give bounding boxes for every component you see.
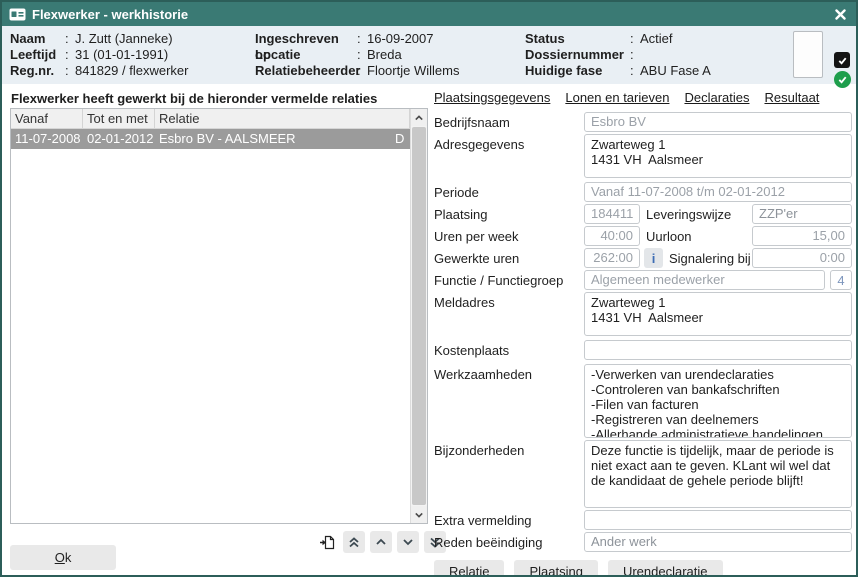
field-value: J. Zutt (Janneke): [75, 31, 173, 47]
periode-field[interactable]: Vanaf 11-07-2008 t/m 02-01-2012: [584, 182, 852, 202]
record-navigation: [316, 531, 446, 553]
field-label: Relatiebeheerder: [255, 63, 357, 79]
form-row-gewerkte-uren: Gewerkte uren 262:00 i Signalering bij 0…: [434, 248, 852, 268]
plaatsing-field[interactable]: 184411: [584, 204, 640, 224]
cell-tot-en-met: 02-01-2012: [83, 129, 155, 149]
relations-caption: Flexwerker heeft gewerkt bij de hieronde…: [11, 91, 377, 106]
list-header: Vanaf Tot en met Relatie S: [11, 109, 427, 129]
scrollbar-thumb[interactable]: [412, 127, 426, 505]
close-icon[interactable]: [831, 5, 849, 23]
person-header: Naam:J. Zutt (Janneke) Leeftijd:31 (01-0…: [2, 26, 856, 84]
uurloon-field[interactable]: 15,00: [752, 226, 852, 246]
werkhistorie-dialog: Flexwerker - werkhistorie Naam:J. Zutt (…: [0, 0, 858, 577]
functiegroep-field[interactable]: 4: [830, 270, 852, 290]
tab-lonen-en-tarieven[interactable]: Lonen en tarieven: [565, 90, 669, 106]
bijzonderheden-field[interactable]: Deze functie is tijdelijk, maar de perio…: [584, 440, 852, 508]
action-buttons: Relatie Plaatsing Urendeclaratie: [434, 560, 852, 577]
adresgegevens-field[interactable]: Zwarteweg 1 1431 VH Aalsmeer: [584, 134, 852, 178]
header-column-2: Ingeschreven op:16-09-2007 Locatie:Breda…: [255, 31, 525, 79]
form-row-plaatsing: Plaatsing 184411 Leveringswijze ZZP'er: [434, 204, 852, 224]
checked-checkbox-icon[interactable]: [834, 52, 850, 68]
column-header-relatie[interactable]: Relatie: [155, 109, 410, 128]
tab-plaatsingsgegevens[interactable]: Plaatsingsgegevens: [434, 90, 550, 106]
plaatsing-button[interactable]: Plaatsing: [514, 560, 597, 577]
meldadres-field[interactable]: Zwarteweg 1 1431 VH Aalsmeer: [584, 292, 852, 336]
photo-placeholder: [793, 31, 823, 78]
info-icon[interactable]: i: [644, 248, 663, 268]
first-record-icon[interactable]: [343, 531, 365, 553]
cell-relatie: Esbro BV - AALSMEER: [155, 129, 393, 149]
field-label: Naam: [10, 31, 65, 47]
form-row-werkzaamheden: Werkzaamheden -Verwerken van urendeclara…: [434, 364, 852, 438]
bedrijfsnaam-field[interactable]: Esbro BV: [584, 112, 852, 132]
form-row-periode: Periode Vanaf 11-07-2008 t/m 02-01-2012: [434, 182, 852, 202]
form-row-functie: Functie / Functiegroep Algemeen medewerk…: [434, 270, 852, 290]
scroll-up-icon[interactable]: [411, 109, 427, 126]
functie-field[interactable]: Algemeen medewerker: [584, 270, 825, 290]
contact-card-icon: [9, 8, 26, 21]
form-row-bijzonderheden: Bijzonderheden Deze functie is tijdelijk…: [434, 440, 852, 508]
field-value: 841829 / flexwerker: [75, 63, 188, 79]
field-value: Floortje Willems: [367, 63, 459, 79]
relations-list: Vanaf Tot en met Relatie S 11-07-2008 02…: [10, 108, 428, 524]
header-column-1: Naam:J. Zutt (Janneke) Leeftijd:31 (01-0…: [10, 31, 255, 79]
form-row-meldadres: Meldadres Zwarteweg 1 1431 VH Aalsmeer: [434, 292, 852, 336]
form-row-adresgegevens: Adresgegevens Zwarteweg 1 1431 VH Aalsme…: [434, 134, 852, 178]
werkzaamheden-field[interactable]: -Verwerken van urendeclaraties -Controle…: [584, 364, 852, 438]
uren-per-week-field[interactable]: 40:00: [584, 226, 640, 246]
kostenplaats-field[interactable]: [584, 340, 852, 360]
field-value: Actief: [640, 31, 673, 47]
green-check-icon: [834, 71, 851, 88]
form-row-kostenplaats: Kostenplaats: [434, 340, 852, 360]
ok-button[interactable]: Ok: [10, 545, 116, 570]
urendeclaratie-button[interactable]: Urendeclaratie: [608, 560, 723, 577]
tab-resultaat[interactable]: Resultaat: [764, 90, 819, 106]
form-row-extra-vermelding: Extra vermelding: [434, 510, 852, 530]
field-label: Huidige fase: [525, 63, 630, 79]
table-row[interactable]: 11-07-2008 02-01-2012 Esbro BV - AALSMEE…: [11, 129, 410, 149]
placement-panel: Plaatsingsgegevens Lonen en tarieven Dec…: [434, 90, 852, 577]
header-column-3: Status:Actief Dossiernummer: Huidige fas…: [525, 31, 755, 79]
field-label: Reg.nr.: [10, 63, 65, 79]
column-header-tot-en-met[interactable]: Tot en met: [83, 109, 155, 128]
window-title: Flexwerker - werkhistorie: [32, 7, 831, 22]
scroll-down-icon[interactable]: [411, 506, 427, 523]
field-label: Status: [525, 31, 630, 47]
tab-declaraties[interactable]: Declaraties: [684, 90, 749, 106]
field-label: Dossiernummer: [525, 47, 630, 63]
cell-s: D: [393, 129, 410, 149]
leveringswijze-field[interactable]: ZZP'er: [752, 204, 852, 224]
field-label: Ingeschreven op: [255, 31, 357, 47]
next-record-icon[interactable]: [397, 531, 419, 553]
cell-vanaf: 11-07-2008: [11, 129, 83, 149]
gewerkte-uren-field[interactable]: 262:00: [584, 248, 640, 268]
signalering-bij-field[interactable]: 0:00: [752, 248, 852, 268]
field-label: Locatie: [255, 47, 357, 63]
form-row-bedrijfsnaam: Bedrijfsnaam Esbro BV: [434, 112, 852, 132]
previous-record-icon[interactable]: [370, 531, 392, 553]
field-value: 31 (01-01-1991): [75, 47, 168, 63]
vertical-scrollbar[interactable]: [410, 109, 427, 523]
reden-beeindiging-field[interactable]: Ander werk: [584, 532, 852, 552]
field-label: Leeftijd: [10, 47, 65, 63]
form-row-reden-beeindiging: Reden beëindiging Ander werk: [434, 532, 852, 552]
column-header-vanaf[interactable]: Vanaf: [11, 109, 83, 128]
goto-record-icon[interactable]: [316, 531, 338, 553]
field-value: ABU Fase A: [640, 63, 711, 79]
extra-vermelding-field[interactable]: [584, 510, 852, 530]
tab-bar: Plaatsingsgegevens Lonen en tarieven Dec…: [434, 90, 852, 106]
form-row-uren-per-week: Uren per week 40:00 Uurloon 15,00: [434, 226, 852, 246]
field-value: 16-09-2007: [367, 31, 434, 47]
field-value: Breda: [367, 47, 402, 63]
relatie-button[interactable]: Relatie: [434, 560, 504, 577]
title-bar: Flexwerker - werkhistorie: [2, 2, 856, 26]
